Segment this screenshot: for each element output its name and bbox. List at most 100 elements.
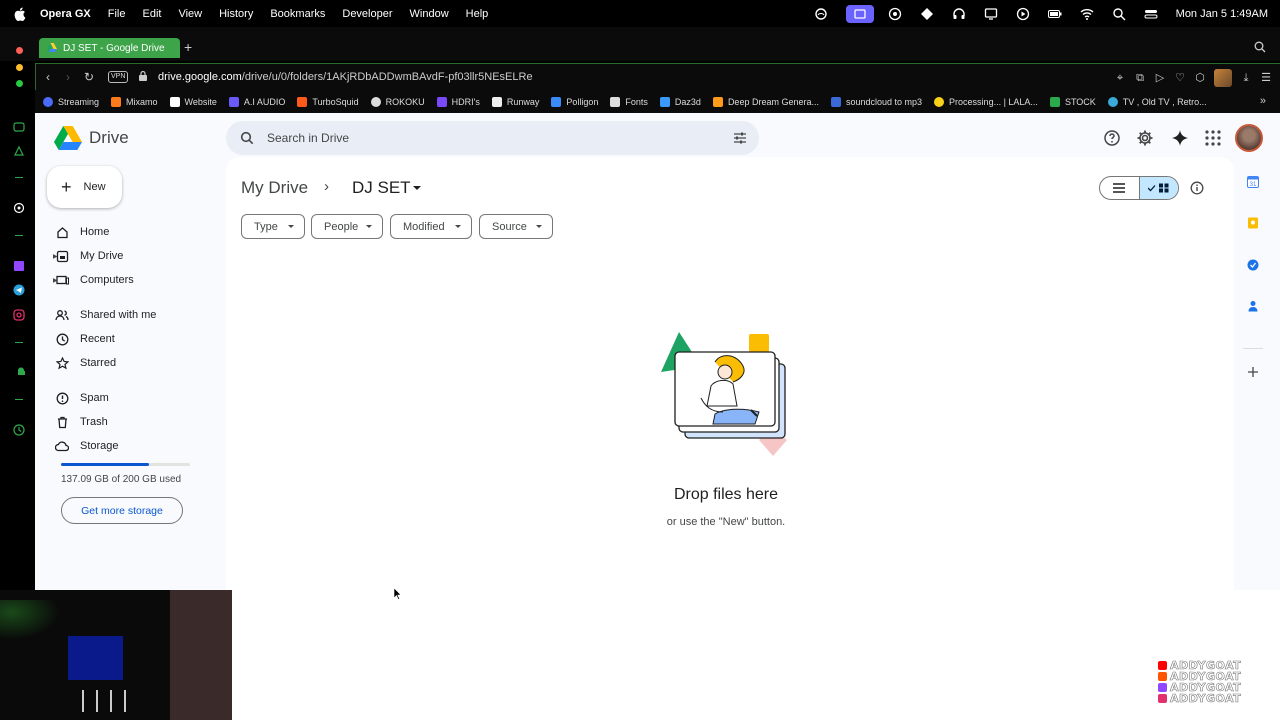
help-icon[interactable] xyxy=(1103,129,1121,147)
sidebar-soundcloud-icon[interactable] xyxy=(13,366,25,378)
bookmark-item[interactable]: ROKOKU xyxy=(370,96,425,107)
breadcrumb-my-drive[interactable]: My Drive xyxy=(241,178,308,198)
bookmark-item[interactable]: Runway xyxy=(491,96,539,107)
sidebar-gx-control-icon[interactable] xyxy=(13,121,25,133)
menu-bookmarks[interactable]: Bookmarks xyxy=(270,8,325,20)
snapshot-icon[interactable]: ⧉ xyxy=(1134,72,1146,84)
info-icon[interactable] xyxy=(1190,181,1204,195)
menu-help[interactable]: Help xyxy=(466,8,489,20)
nav-item-home[interactable]: Home xyxy=(55,221,109,243)
breadcrumb-current-folder[interactable]: DJ SET xyxy=(352,178,411,198)
add-addon-plus-icon[interactable] xyxy=(1247,366,1259,378)
creative-cloud-icon[interactable] xyxy=(814,7,828,21)
list-view-button[interactable] xyxy=(1100,177,1139,199)
settings-gear-icon[interactable] xyxy=(1136,129,1154,147)
bookmark-item[interactable]: Website xyxy=(169,96,217,107)
vpn-badge[interactable]: VPN xyxy=(108,71,129,83)
url-field[interactable]: drive.google.com/drive/u/0/folders/1AKjR… xyxy=(158,71,533,83)
filter-chip-type[interactable]: Type xyxy=(241,214,305,239)
folder-menu-caret-icon[interactable] xyxy=(413,186,421,190)
window-close-button[interactable] xyxy=(16,47,23,54)
extension-avatar-icon[interactable] xyxy=(1214,69,1232,87)
search-input[interactable]: Search in Drive xyxy=(267,131,349,145)
wifi-icon[interactable] xyxy=(1080,7,1094,21)
sidebar-gx-corner-icon[interactable] xyxy=(13,145,25,157)
window-minimize-button[interactable] xyxy=(16,64,23,71)
menu-developer[interactable]: Developer xyxy=(342,8,392,20)
forward-arrow-icon[interactable]: › xyxy=(66,71,78,83)
apple-icon[interactable] xyxy=(14,7,26,21)
nav-item-my-drive[interactable]: ▶ My Drive xyxy=(53,245,123,267)
nav-item-computers[interactable]: ▶ Computers xyxy=(53,269,134,291)
grid-view-button[interactable] xyxy=(1138,177,1178,199)
download-icon[interactable]: ⤓ xyxy=(1240,72,1252,84)
filter-chip-people[interactable]: People xyxy=(311,214,383,239)
new-button[interactable]: + New xyxy=(47,166,122,208)
screen-record-icon[interactable] xyxy=(845,4,874,23)
calendar-icon[interactable]: 31 xyxy=(1247,176,1259,188)
menu-edit[interactable]: Edit xyxy=(142,8,161,20)
nav-item-spam[interactable]: Spam xyxy=(55,387,109,409)
menu-app-name[interactable]: Opera GX xyxy=(40,8,91,20)
back-arrow-icon[interactable]: ‹ xyxy=(46,71,58,83)
bookmark-item[interactable]: Processing... | LALA... xyxy=(934,96,1038,107)
bookmark-item[interactable]: Mixamo xyxy=(111,96,158,107)
menu-history[interactable]: History xyxy=(219,8,253,20)
bookmark-item[interactable]: Deep Dream Genera... xyxy=(712,96,819,107)
sidebar-telegram-icon[interactable] xyxy=(13,284,25,296)
lock-icon[interactable] xyxy=(138,70,148,82)
display-icon[interactable] xyxy=(984,7,998,21)
apps-grid-icon[interactable] xyxy=(1204,129,1222,147)
easy-setup-icon[interactable]: ☰ xyxy=(1260,72,1272,84)
menu-window[interactable]: Window xyxy=(410,8,449,20)
menubar-clock[interactable]: Mon Jan 5 1:49AM xyxy=(1176,8,1268,20)
drive-search-bar[interactable]: Search in Drive xyxy=(226,121,759,155)
headphones-icon[interactable] xyxy=(952,7,966,21)
cloud-sync-icon[interactable] xyxy=(888,7,902,21)
menu-view[interactable]: View xyxy=(178,8,202,20)
bookmark-item[interactable]: Daz3d xyxy=(659,96,701,107)
pin-icon[interactable]: ⌖ xyxy=(1114,72,1126,84)
reload-icon[interactable]: ↻ xyxy=(84,71,96,83)
keep-icon[interactable] xyxy=(1247,217,1259,229)
diamond-app-icon[interactable] xyxy=(920,7,934,21)
filter-chip-modified[interactable]: Modified xyxy=(390,214,472,239)
window-zoom-button[interactable] xyxy=(16,80,23,87)
bookmark-item[interactable]: soundcloud to mp3 xyxy=(830,96,922,107)
nav-item-shared[interactable]: Shared with me xyxy=(55,304,156,326)
bookmarks-overflow-icon[interactable]: » xyxy=(1260,95,1266,107)
battery-icon[interactable] xyxy=(1047,7,1062,21)
play-circle-icon[interactable] xyxy=(1016,7,1030,21)
expand-arrow-icon[interactable]: ▶ xyxy=(53,277,58,284)
nav-item-starred[interactable]: Starred xyxy=(55,352,116,374)
filter-chip-source[interactable]: Source xyxy=(479,214,553,239)
drive-logo-text[interactable]: Drive xyxy=(89,128,129,148)
account-avatar[interactable] xyxy=(1235,124,1263,152)
nav-item-storage[interactable]: Storage xyxy=(55,435,119,457)
bookmark-item[interactable]: STOCK xyxy=(1049,96,1096,107)
new-tab-plus-icon[interactable]: + xyxy=(184,39,192,55)
sidebar-chatgpt-icon[interactable] xyxy=(13,202,25,214)
menu-file[interactable]: File xyxy=(108,8,126,20)
search-options-icon[interactable] xyxy=(733,131,747,145)
bookmark-item[interactable]: A.I AUDIO xyxy=(228,96,285,107)
heart-icon[interactable]: ♡ xyxy=(1174,72,1186,84)
bookmark-item[interactable]: Polligon xyxy=(551,96,598,107)
bookmark-item[interactable]: TurboSquid xyxy=(297,96,359,107)
nav-item-trash[interactable]: Trash xyxy=(55,411,108,433)
control-center-icon[interactable] xyxy=(1144,7,1158,21)
bookmark-item[interactable]: Fonts xyxy=(610,96,648,107)
expand-arrow-icon[interactable]: ▶ xyxy=(53,253,58,260)
browser-tab-active[interactable]: DJ SET - Google Drive xyxy=(39,38,180,58)
extensions-icon[interactable]: ⬡ xyxy=(1194,72,1206,84)
sidebar-history-clock-icon[interactable] xyxy=(13,424,25,436)
contacts-icon[interactable] xyxy=(1247,300,1259,312)
sidebar-instagram-icon[interactable] xyxy=(13,309,25,321)
bookmark-item[interactable]: TV , Old TV , Retro... xyxy=(1107,96,1207,107)
tasks-icon[interactable] xyxy=(1247,259,1259,271)
google-drive-logo-icon[interactable] xyxy=(54,126,82,150)
sidebar-twitch-icon[interactable] xyxy=(13,260,25,272)
nav-item-recent[interactable]: Recent xyxy=(55,328,115,350)
search-icon[interactable] xyxy=(240,131,254,145)
bookmark-item[interactable]: Streaming xyxy=(43,96,99,107)
